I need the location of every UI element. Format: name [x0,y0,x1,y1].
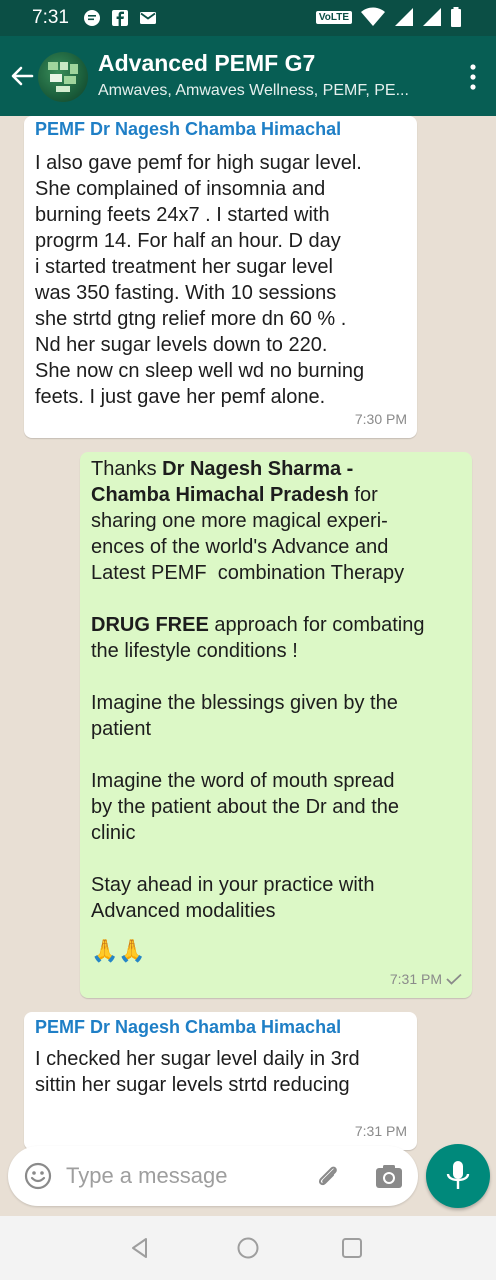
nav-home-icon[interactable] [236,1236,260,1260]
message-time-text: 7:31 PM [389,971,442,987]
message-input[interactable] [66,1160,286,1192]
message-line: sittin her sugar levels strtd reducing [35,1074,350,1096]
message-line: Imagine the blessings given by the [91,692,398,714]
volte-badge: VoLTE [315,10,352,24]
outgoing-message[interactable]: Thanks Dr Nagesh Sharma - Chamba Himacha… [80,452,472,998]
back-arrow-icon[interactable] [8,62,36,90]
message-line: clinic [91,822,136,844]
chat-title[interactable]: Advanced PEMF G7 [98,50,315,77]
message-line: She complained of insomnia and [35,178,326,200]
message-icon [83,10,100,26]
message-line: she strtd gtng relief more dn 60 % . [35,308,347,330]
paperclip-icon[interactable] [314,1162,342,1190]
message-time-text: 7:31 PM [354,1123,407,1139]
message-time-text: 7:30 PM [354,411,407,427]
emoji-icon[interactable] [24,1162,52,1190]
mentioned-name-cont: Chamba Himachal Pradesh [91,484,349,506]
incoming-message[interactable]: PEMF Dr Nagesh Chamba Himachal I also ga… [24,116,417,438]
mail-icon [139,12,156,24]
facebook-icon [111,10,128,26]
voice-record-button[interactable] [426,1144,490,1208]
message-line: Advanced modalities [91,900,276,922]
message-text: approach for combating [208,614,425,636]
sender-name[interactable]: PEMF Dr Nagesh Chamba Himachal [35,1016,407,1038]
message-line: the lifestyle conditions ! [91,640,298,662]
microphone-icon [446,1161,470,1189]
message-line: Latest PEMF combination Therapy [91,562,405,584]
chat-header: Advanced PEMF G7 Amwaves, Amwaves Wellne… [0,36,496,116]
message-input-bar [8,1146,418,1206]
message-line: was 350 fasting. With 10 sessions [35,282,337,304]
sender-name[interactable]: PEMF Dr Nagesh Chamba Himachal [35,118,407,140]
message-time: 7:31 PM [390,966,462,992]
system-nav-bar [0,1216,496,1280]
message-line: i started treatment her sugar level [35,256,333,278]
more-options-icon[interactable] [470,64,476,90]
signal-icon-2 [423,8,441,26]
read-tick-icon [446,973,462,985]
status-bar: 7:31 VoLTE [0,0,496,36]
incoming-message-last[interactable]: PEMF Dr Nagesh Chamba Himachal I checked… [24,1012,417,1150]
message-line: sharing one more magical experi- [91,510,388,532]
camera-icon[interactable] [374,1162,404,1190]
nav-back-icon[interactable] [128,1236,152,1260]
message-line: Stay ahead in your practice with [91,874,375,896]
message-text: Thanks [91,458,163,480]
wifi-icon [361,7,385,26]
message-line: feets. I just gave her pemf alone. [35,386,326,408]
mentioned-name: Dr Nagesh Sharma - [162,458,354,480]
chat-subtitle[interactable]: Amwaves, Amwaves Wellness, PEMF, PE... [98,82,409,100]
nav-recent-apps-icon[interactable] [340,1236,364,1260]
highlight-text: DRUG FREE [91,614,209,636]
chat-area: PEMF Dr Nagesh Chamba Himachal I also ga… [0,116,496,1216]
message-time: 7:31 PM [355,1118,407,1144]
message-line: burning feets 24x7 . I started with [35,204,330,226]
message-line: She now cn sleep well wd no burning [35,360,365,382]
praying-hands-emoji: 🙏🙏 [91,938,146,963]
message-line: progrm 14. For half an hour. D day [35,230,341,252]
message-text: for [348,484,378,506]
message-line: Imagine the word of mouth spread [91,770,395,792]
message-line: Nd her sugar levels down to 220. [35,334,328,356]
status-time: 7:31 [32,7,69,28]
signal-icon [395,8,413,26]
message-line: patient [91,718,152,740]
message-time: 7:30 PM [355,406,407,432]
battery-icon [451,7,461,27]
message-line: by the patient about the Dr and the [91,796,399,818]
message-line: I checked her sugar level daily in 3rd [35,1048,360,1070]
message-line: ences of the world's Advance and [91,536,389,558]
message-line: I also gave pemf for high sugar level. [35,152,362,174]
group-avatar[interactable] [38,52,88,102]
